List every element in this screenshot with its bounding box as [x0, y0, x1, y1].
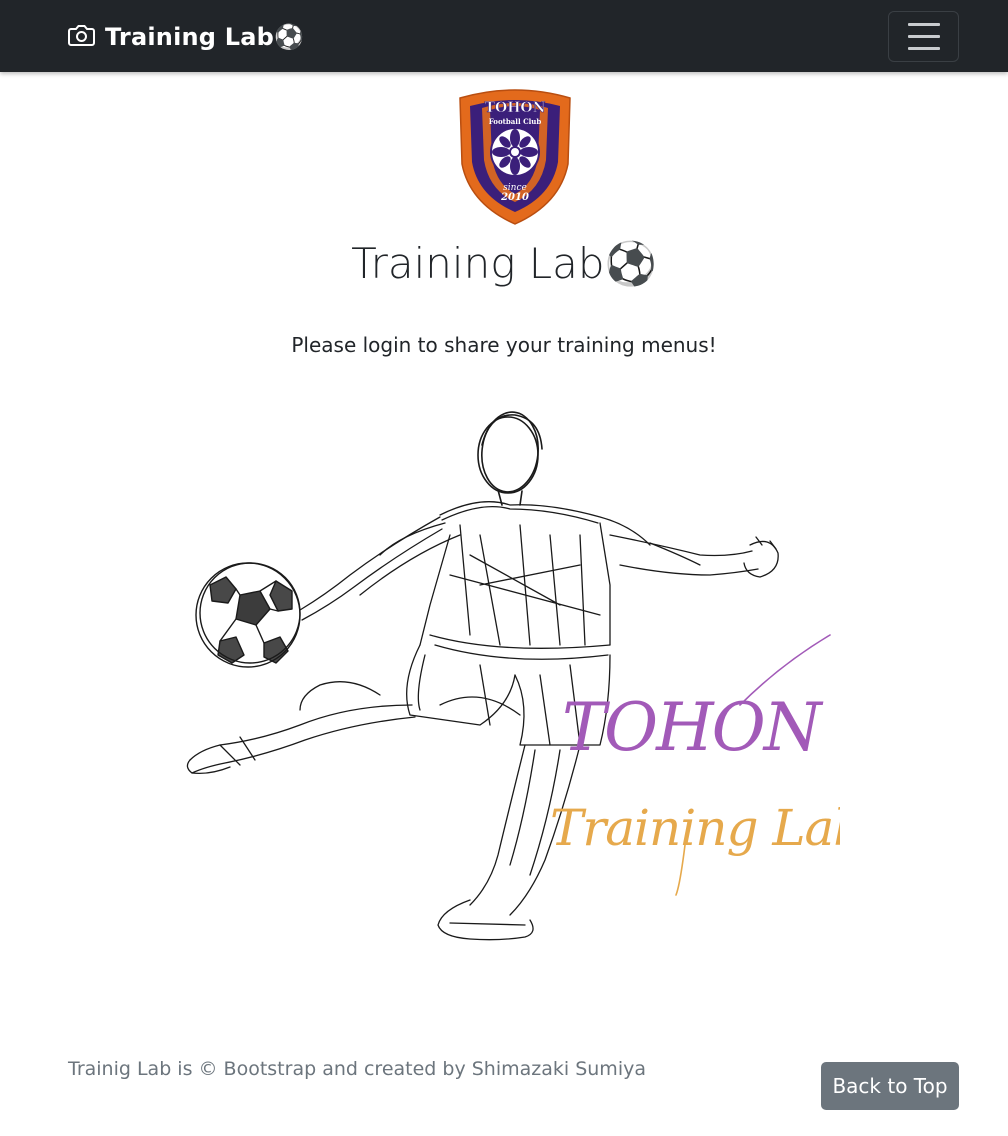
- club-logo: TOHON Football Club since 2010: [456, 86, 574, 228]
- logo-top-text: TOHON: [485, 100, 546, 116]
- page-title: Training Lab⚽: [351, 239, 657, 288]
- login-prompt: Please login to share your training menu…: [291, 333, 717, 357]
- hero-signature-primary: TOHON: [562, 689, 824, 766]
- navbar-brand-link[interactable]: Training Lab⚽: [68, 20, 304, 54]
- back-to-top-button[interactable]: Back to Top: [821, 1062, 959, 1110]
- footer-credit: Trainig Lab is © Bootstrap and created b…: [68, 1058, 646, 1080]
- logo-year-text: 2010: [500, 192, 529, 203]
- hamburger-bar: [907, 35, 940, 38]
- camera-icon: [68, 23, 95, 51]
- hamburger-menu-icon: [907, 23, 940, 26]
- navbar-toggle-button[interactable]: [888, 11, 959, 62]
- top-navbar: Training Lab⚽: [0, 0, 1008, 72]
- logo-club-text: Football Club: [489, 117, 542, 126]
- hero-sketch-image: TOHON Training Lab: [180, 405, 865, 950]
- hamburger-bar: [907, 47, 940, 50]
- hero-signature-secondary: Training Lab: [550, 799, 840, 857]
- navbar-brand-label: Training Lab⚽: [105, 23, 305, 51]
